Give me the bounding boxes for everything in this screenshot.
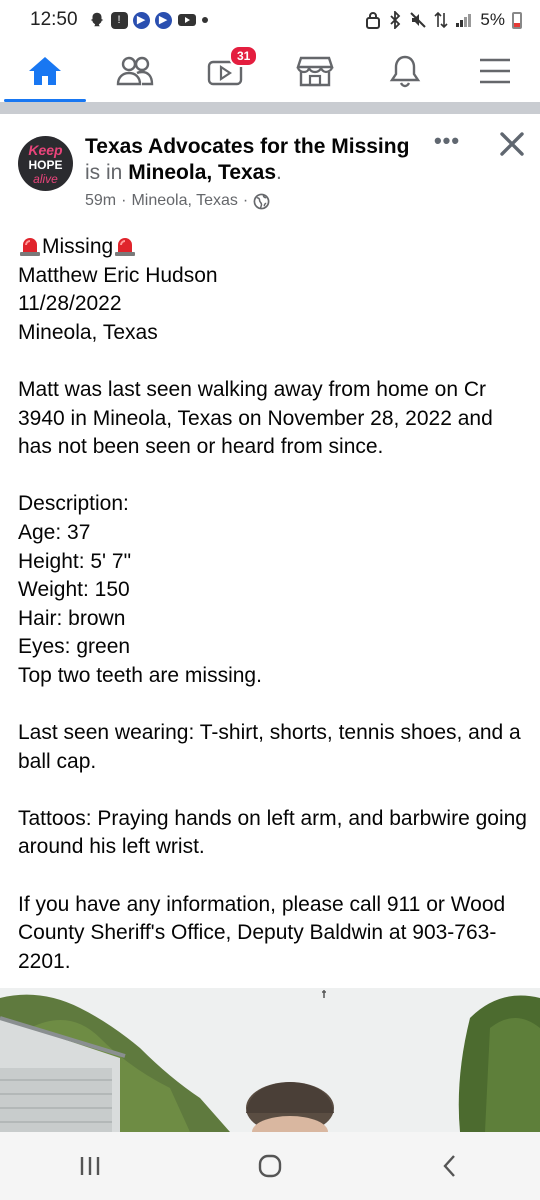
location-link[interactable]: Mineola, Texas: [128, 161, 276, 184]
page-name-link[interactable]: Texas Advocates for the Missing: [85, 135, 409, 158]
page-avatar[interactable]: Keep HOPE alive: [18, 136, 73, 191]
store-icon: [296, 56, 334, 87]
missing-person-name: Matthew Eric Hudson: [18, 263, 218, 287]
avatar-text-line1: Keep: [28, 141, 63, 158]
post-body: Missing Matthew Eric Hudson 11/28/2022 M…: [18, 233, 528, 976]
missing-date: 11/28/2022: [18, 292, 122, 316]
recents-icon[interactable]: [75, 1151, 105, 1181]
nav-marketplace[interactable]: [270, 40, 360, 102]
missing-city: Mineola, Texas: [18, 320, 158, 344]
last-seen-paragraph: Matt was last seen walking away from hom…: [18, 377, 493, 459]
contact-info: If you have any information, please call…: [18, 892, 506, 973]
meta-separator: ·: [121, 192, 127, 209]
notification-icons: ! ▶ ▶: [88, 11, 208, 29]
meta-location[interactable]: Mineola, Texas: [131, 192, 237, 210]
nav-home[interactable]: [0, 40, 90, 102]
weight-line: Weight: 150: [18, 578, 130, 602]
post-photo[interactable]: [0, 988, 540, 1132]
more-notifications-dot: [201, 17, 208, 23]
friends-icon: [116, 56, 154, 86]
home-circle-icon[interactable]: [255, 1151, 285, 1181]
android-nav-bar: [0, 1132, 540, 1200]
eyes-line: Eyes: green: [18, 635, 131, 659]
hair-line: Hair: brown: [18, 606, 126, 630]
close-post-icon[interactable]: [496, 128, 528, 160]
post-options-button[interactable]: •••: [430, 130, 464, 156]
feed-separator: [0, 102, 540, 114]
signal-icon: [456, 14, 472, 27]
post-time[interactable]: 59m: [85, 192, 116, 210]
teeth-line: Top two teeth are missing.: [18, 663, 262, 687]
bluetooth-icon: [390, 11, 401, 29]
photo-illustration: [0, 988, 540, 1132]
app-icon-2: ▶: [154, 11, 172, 29]
system-icons: 5%: [365, 10, 522, 30]
hamburger-icon: [480, 58, 510, 84]
siren-icon-2: [115, 238, 136, 256]
description-label: Description:: [18, 492, 129, 516]
post-title: Texas Advocates for the Missing is in Mi…: [85, 134, 425, 186]
nav-friends[interactable]: [90, 40, 180, 102]
youtube-icon: [177, 14, 196, 26]
bell-icon: [389, 55, 421, 88]
avatar-text-line2: HOPE: [28, 157, 63, 172]
missing-label: Missing: [42, 235, 114, 258]
snapchat-icon: [90, 12, 103, 27]
post-meta: 59m · Mineola, Texas ·: [85, 192, 270, 210]
age-line: Age: 37: [18, 520, 91, 544]
battery-icon: [512, 11, 522, 29]
data-icon: [434, 11, 448, 29]
watch-badge: 31: [229, 45, 259, 67]
title-period: .: [276, 161, 282, 184]
mute-icon: [410, 12, 427, 28]
alert-icon: !: [110, 11, 128, 29]
nav-watch[interactable]: 31: [180, 40, 270, 102]
tattoos-line: Tattoos: Praying hands on left arm, and …: [18, 806, 527, 859]
height-line: Height: 5' 7": [18, 549, 132, 573]
back-icon[interactable]: [435, 1151, 465, 1181]
nav-menu[interactable]: [450, 40, 540, 102]
lock-icon: [366, 12, 381, 29]
is-in-text: is in: [85, 161, 123, 184]
post-header: Keep HOPE alive Texas Advocates for the …: [0, 114, 540, 224]
status-bar: 12:50 ! ▶ ▶ 5%: [0, 0, 540, 40]
siren-icon: [20, 238, 40, 256]
status-time: 12:50: [30, 9, 78, 30]
battery-percent: 5%: [480, 10, 505, 29]
last-seen-wearing: Last seen wearing: T-shirt, shorts, tenn…: [18, 721, 521, 773]
top-nav: 31: [0, 40, 540, 102]
home-icon: [29, 57, 61, 85]
missing-heading: Missing: [18, 233, 528, 262]
avatar-text-line3: alive: [33, 171, 58, 186]
globe-icon: [253, 193, 270, 209]
app-icon: ▶: [132, 11, 150, 29]
nav-notifications[interactable]: [360, 40, 450, 102]
meta-separator-2: ·: [242, 192, 249, 209]
